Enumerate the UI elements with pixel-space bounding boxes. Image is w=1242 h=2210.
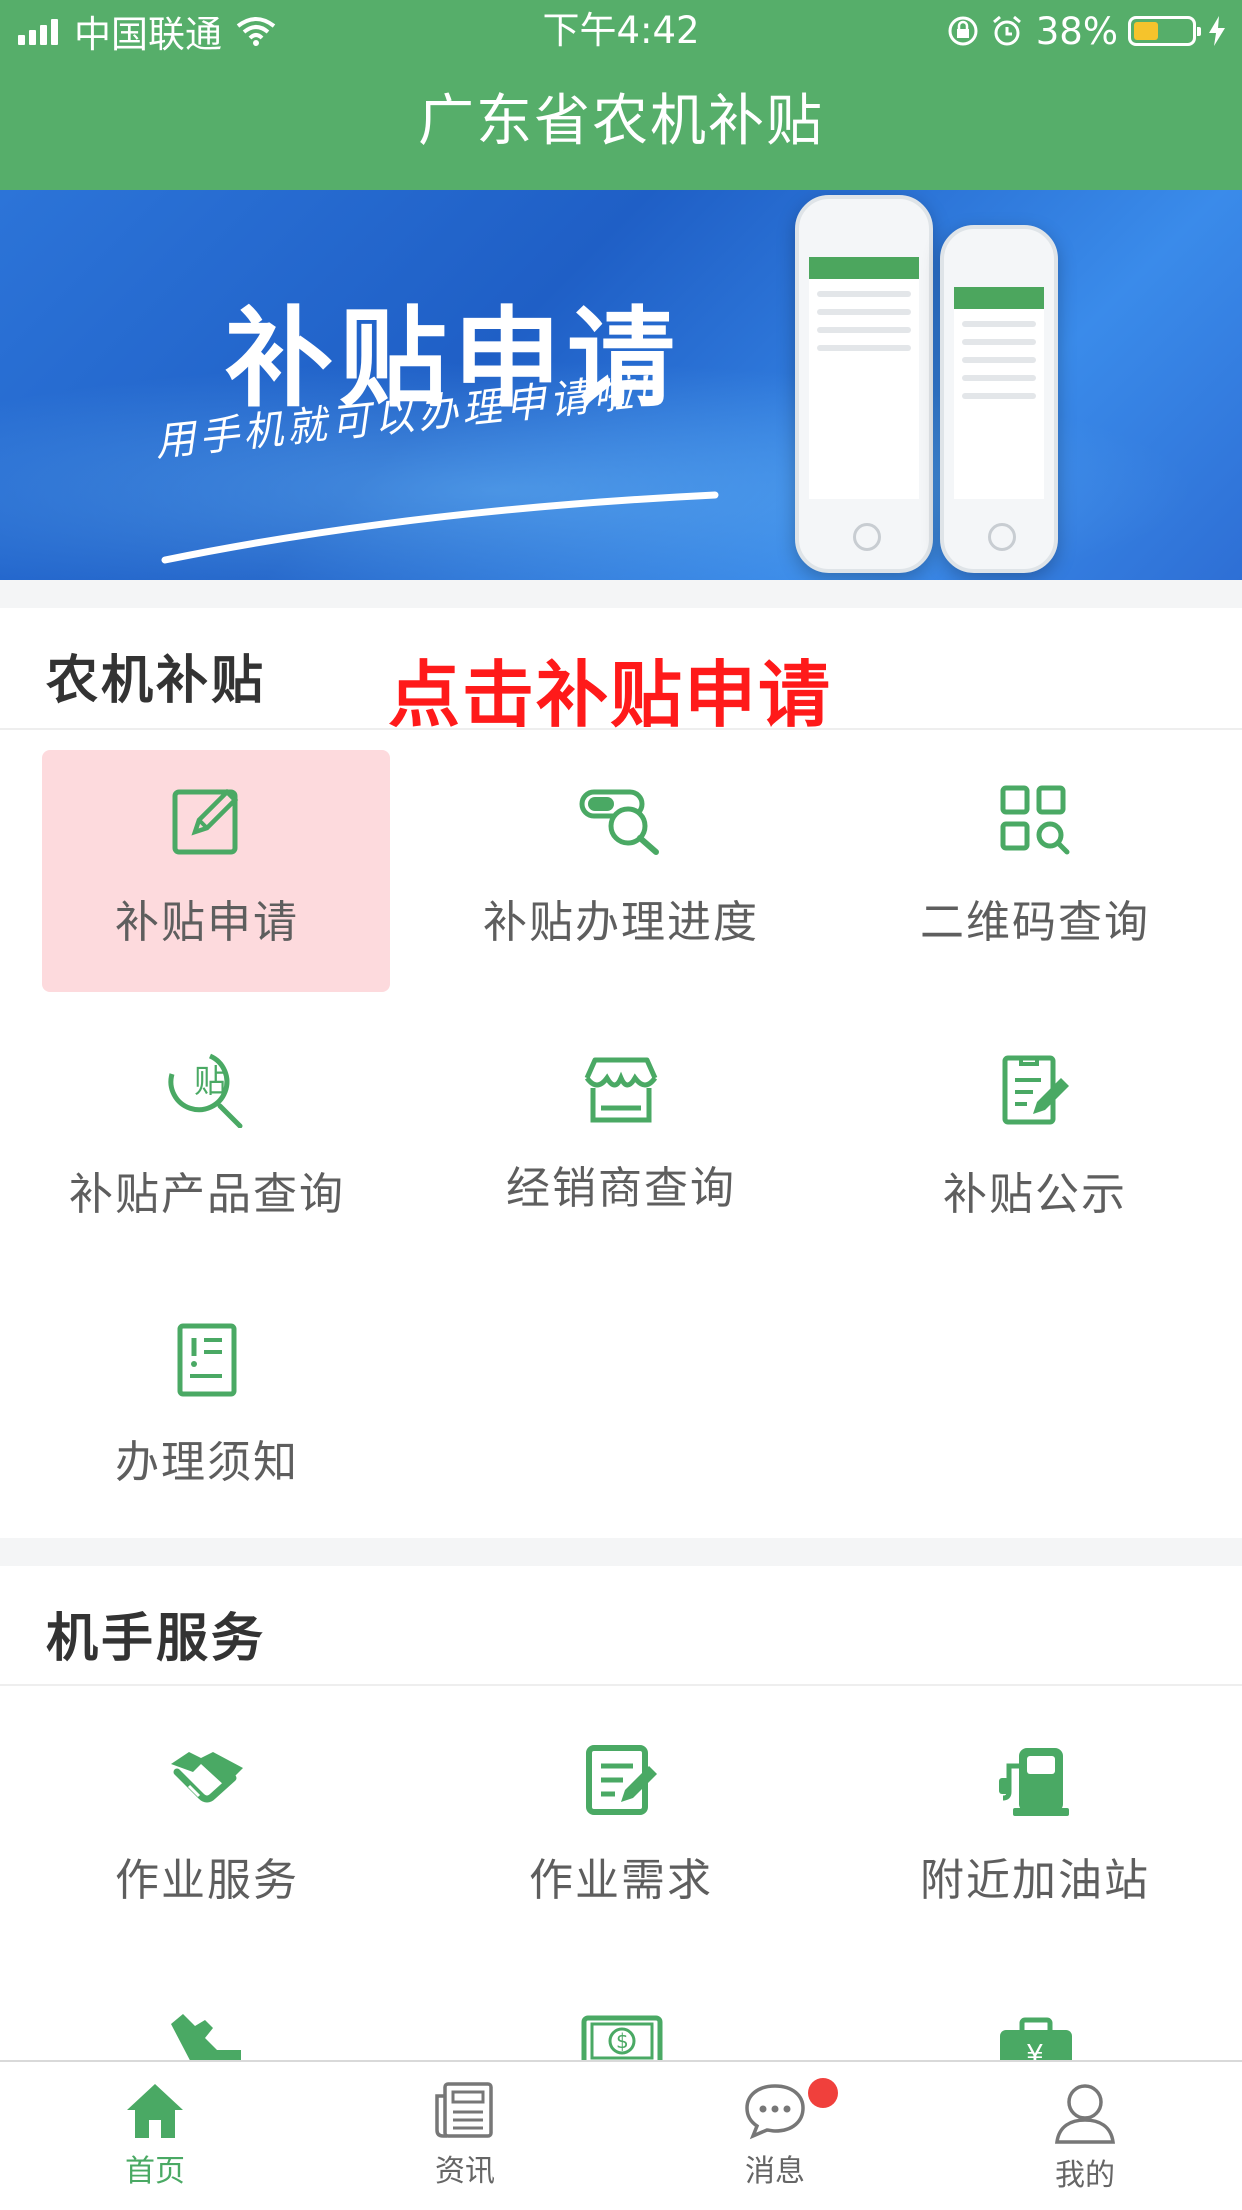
subsidy-search-icon: 贴 <box>168 1053 243 1128</box>
battery-percent: 38% <box>1035 9 1118 53</box>
tile-label: 作业需求 <box>529 1855 713 1906</box>
store-icon <box>584 1057 658 1123</box>
tab-label: 消息 <box>745 2154 805 2189</box>
divider <box>0 1684 1242 1686</box>
page-title: 广东省农机补贴 <box>418 89 824 154</box>
top-bar: 中国联通 下午4:42 38% 广东省农机补贴 <box>0 0 1242 190</box>
tile-work-demand[interactable]: 作业需求 <box>414 1742 828 1908</box>
tile-label: 附近加油站 <box>920 1855 1150 1906</box>
tile-qr-query[interactable]: 二维码查询 <box>828 782 1242 950</box>
annotation-text: 点击补贴申请 <box>388 653 833 737</box>
charging-icon <box>1209 16 1225 46</box>
banner-swoosh <box>161 491 719 564</box>
handshake-icon <box>171 1752 243 1803</box>
tile-label: 补贴公示 <box>943 1169 1127 1220</box>
alarm-icon <box>992 15 1021 46</box>
tab-bar: 首页 资讯 消息 我的 <box>0 2060 1242 2210</box>
tile-label: 办理须知 <box>115 1437 299 1488</box>
tab-messages[interactable]: 消息 <box>620 2080 930 2190</box>
tile-label: 作业服务 <box>115 1855 299 1906</box>
news-icon <box>435 2082 493 2138</box>
section-gap <box>0 580 1242 608</box>
section-title-subsidy: 农机补贴 <box>46 651 267 711</box>
tile-product-query[interactable]: 贴 补贴产品查询 <box>0 1052 414 1222</box>
tab-news[interactable]: 资讯 <box>310 2080 620 2190</box>
tab-label: 首页 <box>125 2154 185 2189</box>
gas-station-icon <box>999 1748 1069 1816</box>
message-badge <box>808 2078 838 2108</box>
status-bar: 中国联通 下午4:42 38% <box>0 0 1242 62</box>
message-icon <box>745 2084 805 2140</box>
tile-label: 补贴产品查询 <box>69 1169 345 1220</box>
tile-label: 补贴申请 <box>115 897 299 948</box>
tile-label: 二维码查询 <box>920 897 1150 948</box>
tile-subsidy-notice[interactable]: 补贴公示 <box>828 1052 1242 1222</box>
tile-label: 经销商查询 <box>506 1163 736 1214</box>
tile-dealer-query[interactable]: 经销商查询 <box>414 1052 828 1216</box>
search-progress-icon <box>579 789 659 855</box>
tab-home[interactable]: 首页 <box>0 2080 310 2190</box>
tile-gas-station[interactable]: 附近加油站 <box>828 1742 1242 1908</box>
tile-work-service[interactable]: 作业服务 <box>0 1742 414 1908</box>
tile-subsidy-apply[interactable]: 补贴申请 <box>0 782 414 950</box>
divider <box>0 728 1242 730</box>
tile-label: 补贴办理进度 <box>483 897 759 948</box>
user-icon <box>1055 2084 1115 2144</box>
home-icon <box>127 2084 183 2138</box>
battery-icon <box>1128 16 1201 46</box>
section-gap <box>0 1538 1242 1566</box>
svg-text:$: $ <box>616 2029 629 2053</box>
tab-label: 资讯 <box>435 2154 495 2189</box>
qr-search-icon <box>1000 785 1070 855</box>
tile-subsidy-progress[interactable]: 补贴办理进度 <box>414 782 828 950</box>
tab-label: 我的 <box>1055 2158 1115 2193</box>
tile-guide[interactable]: 办理须知 <box>0 1322 414 1490</box>
section-title-service: 机手服务 <box>46 1609 267 1669</box>
notice-edit-icon <box>1002 1055 1069 1125</box>
svg-text:贴: 贴 <box>194 1062 226 1100</box>
rotation-lock-icon <box>948 16 978 46</box>
guide-doc-icon <box>177 1323 237 1397</box>
edit-icon <box>172 788 239 855</box>
phone-mockup-back <box>795 195 933 573</box>
promo-banner[interactable]: 补贴申请 用手机就可以办理申请啦! <box>0 190 1242 580</box>
form-edit-icon <box>586 1745 657 1815</box>
tab-profile[interactable]: 我的 <box>930 2080 1240 2194</box>
phone-mockup-front <box>940 225 1058 573</box>
